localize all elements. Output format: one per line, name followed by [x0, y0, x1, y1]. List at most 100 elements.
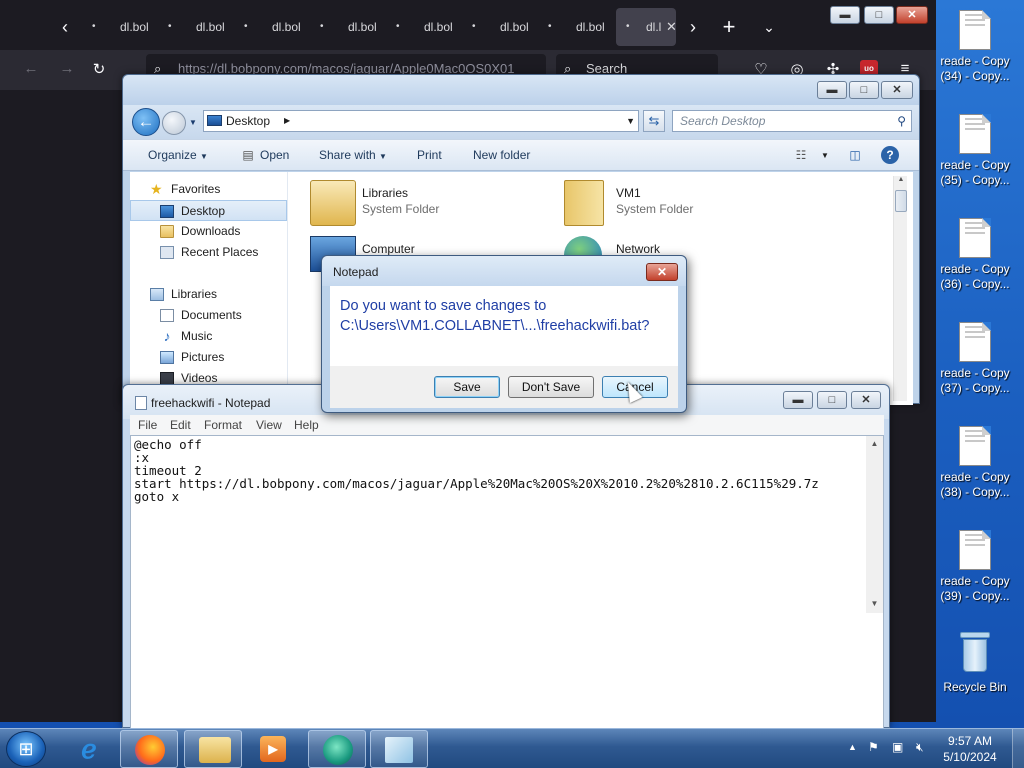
notepad-scrollbar[interactable]: ▲ ▼: [866, 436, 883, 613]
notepad-close-button[interactable]: ✕: [851, 391, 881, 409]
browser-tab[interactable]: • dl.bol: [158, 8, 232, 46]
menu-file[interactable]: File: [138, 415, 157, 435]
reload-icon[interactable]: ↻: [88, 60, 110, 78]
volume-muted-icon[interactable]: 🔇︎: [916, 740, 924, 755]
back-arrow-icon[interactable]: ←: [132, 108, 160, 136]
menu-help[interactable]: Help: [294, 415, 319, 435]
list-all-tabs-icon[interactable]: ⌄: [756, 14, 782, 40]
menu-view[interactable]: View: [256, 415, 282, 435]
show-desktop-button[interactable]: [1012, 729, 1024, 768]
save-button[interactable]: Save: [434, 376, 500, 398]
dialog-close-button[interactable]: ✕: [646, 263, 678, 281]
scroll-up-icon[interactable]: ▲: [894, 176, 908, 183]
item-name: VM1: [616, 186, 641, 200]
browser-tab[interactable]: • dl.bol: [538, 8, 612, 46]
browser-tab[interactable]: • dl.bol: [386, 8, 460, 46]
browser-maximize-button[interactable]: □: [864, 6, 894, 24]
notepad-text-area[interactable]: @echo off :x timeout 2 start https://dl.…: [130, 435, 884, 729]
desktop-file-icon[interactable]: reade - Copy (36) - Copy...: [938, 218, 1012, 292]
nav-item-favorites[interactable]: ★ Favorites: [130, 179, 287, 200]
back-arrow-icon[interactable]: ←: [20, 60, 42, 77]
dialog-message-line1: Do you want to save changes to: [340, 298, 547, 314]
nav-item-downloads[interactable]: Downloads: [130, 221, 287, 242]
browser-tab-active[interactable]: • dl.l ✕: [616, 8, 677, 46]
scroll-up-icon[interactable]: ▲: [866, 439, 883, 448]
nav-label: Libraries: [171, 287, 218, 301]
change-view-icon[interactable]: ☷: [791, 148, 811, 163]
start-button[interactable]: ⊞: [6, 731, 46, 767]
share-with-button[interactable]: Share with ▼: [319, 140, 387, 171]
taskbar-explorer[interactable]: [184, 730, 242, 768]
taskbar-notepad[interactable]: [370, 730, 428, 768]
recycle-bin[interactable]: Recycle Bin: [938, 630, 1012, 695]
browser-tab[interactable]: • dl.bol: [234, 8, 308, 46]
desktop-file-name-line1: reade - Copy: [940, 158, 1010, 172]
browser-minimize-button[interactable]: ▬: [830, 6, 860, 24]
browser-close-button[interactable]: ✕: [896, 6, 928, 24]
tab-title: dl.l: [646, 20, 662, 34]
browser-tab[interactable]: • dl.bol: [462, 8, 536, 46]
taskbar-firefox[interactable]: [120, 730, 178, 768]
action-center-flag-icon[interactable]: ⚑: [868, 740, 879, 754]
tab-scroll-left-icon[interactable]: ‹: [52, 14, 78, 40]
recycle-bin-icon: [958, 630, 992, 674]
taskbar-ie[interactable]: ℯ: [60, 730, 118, 768]
notepad-content[interactable]: @echo off :x timeout 2 start https://dl.…: [134, 438, 819, 503]
print-button[interactable]: Print: [417, 140, 442, 171]
text-file-icon: [959, 218, 991, 258]
desktop-file-icon[interactable]: reade - Copy (34) - Copy...: [938, 10, 1012, 84]
new-tab-icon[interactable]: +: [716, 14, 742, 40]
close-tab-icon[interactable]: ✕: [666, 8, 677, 46]
dont-save-button[interactable]: Don't Save: [508, 376, 594, 398]
open-button[interactable]: Open: [260, 140, 289, 171]
tab-scroll-right-icon[interactable]: ›: [680, 14, 706, 40]
new-folder-button[interactable]: New folder: [473, 140, 530, 171]
organize-button[interactable]: Organize ▼: [148, 140, 208, 171]
taskbar-media-player[interactable]: ▶: [244, 730, 302, 768]
explorer-search-input[interactable]: Search Desktop ⚲: [672, 110, 912, 132]
desktop-file-icon[interactable]: reade - Copy (35) - Copy...: [938, 114, 1012, 188]
show-hidden-icons-icon[interactable]: ▲: [848, 742, 857, 752]
view-dropdown-icon[interactable]: ▼: [815, 148, 835, 163]
preview-pane-icon[interactable]: ◫: [845, 148, 865, 163]
menu-edit[interactable]: Edit: [170, 415, 191, 435]
breadcrumb-chevron-icon[interactable]: ▶: [284, 111, 290, 131]
notepad-menubar: File Edit Format View Help: [130, 415, 884, 435]
network-icon[interactable]: ▣: [892, 740, 903, 754]
taskbar-app[interactable]: [308, 730, 366, 768]
nav-item-pictures[interactable]: Pictures: [130, 347, 287, 368]
history-dropdown-icon[interactable]: ▼: [189, 118, 197, 127]
nav-item-documents[interactable]: Documents: [130, 305, 287, 326]
menu-format[interactable]: Format: [204, 415, 242, 435]
desktop-file-icon[interactable]: reade - Copy (38) - Copy...: [938, 426, 1012, 500]
browser-tab[interactable]: • dl.bol: [310, 8, 384, 46]
address-dropdown-icon[interactable]: ▼: [626, 111, 635, 131]
desktop-file-icon[interactable]: reade - Copy (37) - Copy...: [938, 322, 1012, 396]
explorer-scrollbar[interactable]: ▲: [893, 176, 907, 401]
nav-item-libraries[interactable]: Libraries: [130, 284, 287, 305]
notepad-minimize-button[interactable]: ▬: [783, 391, 813, 409]
scrollbar-thumb[interactable]: [895, 190, 907, 212]
forward-arrow-icon[interactable]: [162, 111, 186, 135]
browser-tab[interactable]: • dl.bol: [82, 8, 156, 46]
notepad-maximize-button[interactable]: □: [817, 391, 847, 409]
desktop-file-icon[interactable]: reade - Copy (39) - Copy...: [938, 530, 1012, 604]
tab-title: dl.bol: [576, 20, 605, 34]
desktop-file-name-line2: (34) - Copy...: [940, 69, 1010, 83]
nav-label: Recent Places: [181, 245, 259, 259]
ublock-badge-text: uo: [864, 64, 874, 73]
clock[interactable]: 9:57 AM 5/10/2024: [940, 733, 1000, 765]
address-bar[interactable]: Desktop ▶ ▼: [203, 110, 639, 132]
explorer-minimize-button[interactable]: ▬: [817, 81, 847, 99]
explorer-close-button[interactable]: ✕: [881, 81, 913, 99]
nav-item-recent-places[interactable]: Recent Places: [130, 242, 287, 263]
scroll-down-icon[interactable]: ▼: [866, 599, 883, 608]
nav-item-desktop[interactable]: Desktop: [130, 200, 287, 221]
refresh-icon[interactable]: ⇆: [643, 110, 665, 132]
nav-item-music[interactable]: ♪ Music: [130, 326, 287, 347]
explorer-maximize-button[interactable]: □: [849, 81, 879, 99]
browser-tab-strip: ‹ • dl.bol • dl.bol • dl.bol • dl.bol • dl.bo…: [0, 0, 936, 50]
desktop-file-name-line1: reade - Copy: [940, 366, 1010, 380]
help-icon[interactable]: ?: [881, 146, 899, 164]
forward-arrow-icon[interactable]: →: [56, 60, 78, 77]
